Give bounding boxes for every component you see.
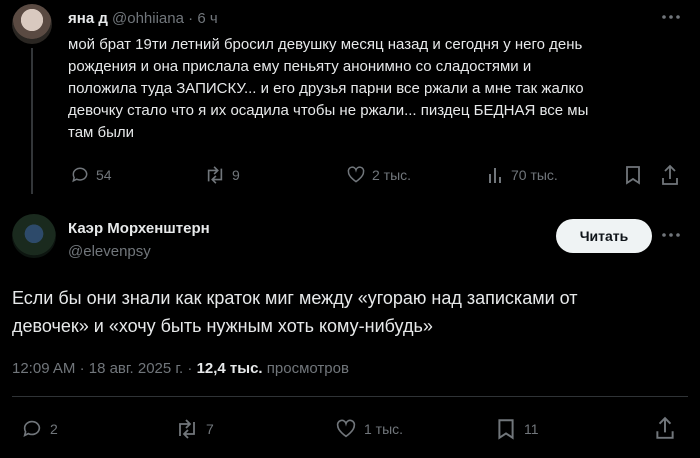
views-count: 70 тыс. [511,167,558,183]
views-label: просмотров [266,360,349,377]
bookmark-count: 11 [524,421,539,437]
text-line: девочку стало что я их осадила чтобы не … [68,102,589,119]
repost-button[interactable]: 9 [204,165,240,185]
post-date[interactable]: 18 авг. 2025 г. [89,360,183,377]
views-icon [487,165,505,185]
heart-icon [346,165,366,185]
like-button[interactable]: 2 тыс. [346,165,411,185]
avatar[interactable] [12,214,56,258]
thread-line [31,48,33,194]
author-handle[interactable]: @elevenpsy [68,243,151,260]
separator-dot: · [188,10,194,27]
separator-dot: · [187,360,193,377]
follow-button[interactable]: Читать [556,219,652,253]
quoted-author: яна д @ohhiiana · 6 ч [68,10,218,27]
views-button[interactable]: 70 тыс. [487,165,558,185]
tweet-text: Если бы они знали как краток миг между «… [12,284,692,340]
avatar[interactable] [12,4,52,44]
text-line: там были [68,124,135,141]
post-time[interactable]: 6 ч [197,10,217,27]
timestamp-row: 12:09 AM · 18 авг. 2025 г. · 12,4 тыс. п… [12,360,349,377]
reply-button[interactable]: 54 [70,165,112,185]
reply-count: 2 [50,421,58,437]
like-button[interactable]: 1 тыс. [334,418,403,440]
more-icon[interactable] [660,10,682,24]
repost-count: 7 [206,421,214,437]
divider [12,396,688,397]
like-count: 1 тыс. [364,421,404,437]
reply-count: 54 [96,167,112,183]
repost-icon [174,418,200,440]
repost-button[interactable]: 7 [174,418,214,440]
text-line: Если бы они знали как краток миг между «… [12,288,578,308]
quoted-text: мой брат 19ти летний бросил девушку меся… [68,34,688,144]
author-name[interactable]: яна д [68,10,108,27]
share-icon[interactable] [654,416,676,440]
text-line: положила туда ЗАПИСКУ... и его друзья па… [68,80,584,97]
more-icon[interactable] [660,228,682,242]
like-count: 2 тыс. [372,167,412,183]
repost-count: 9 [232,167,240,183]
text-line: девочек» и «хочу быть нужным хоть кому-н… [12,316,433,336]
author-handle[interactable]: @ohhiiana [112,10,184,27]
post-time[interactable]: 12:09 AM [12,360,75,377]
reply-icon [70,165,90,185]
text-line: рождения и она прислала ему пеньяту анон… [68,58,532,75]
reply-icon [20,418,44,440]
bookmark-icon[interactable] [624,165,642,185]
bookmark-button[interactable]: 11 [496,418,539,440]
views-count: 12,4 тыс. [196,360,263,377]
bookmark-icon [496,418,516,440]
text-line: мой брат 19ти летний бросил девушку меся… [68,36,583,53]
repost-icon [204,165,226,185]
share-icon[interactable] [660,164,680,186]
reply-button[interactable]: 2 [20,418,58,440]
separator-dot: · [79,360,85,377]
heart-icon [334,418,358,440]
author-name[interactable]: Каэр Морхенштерн [68,220,210,237]
